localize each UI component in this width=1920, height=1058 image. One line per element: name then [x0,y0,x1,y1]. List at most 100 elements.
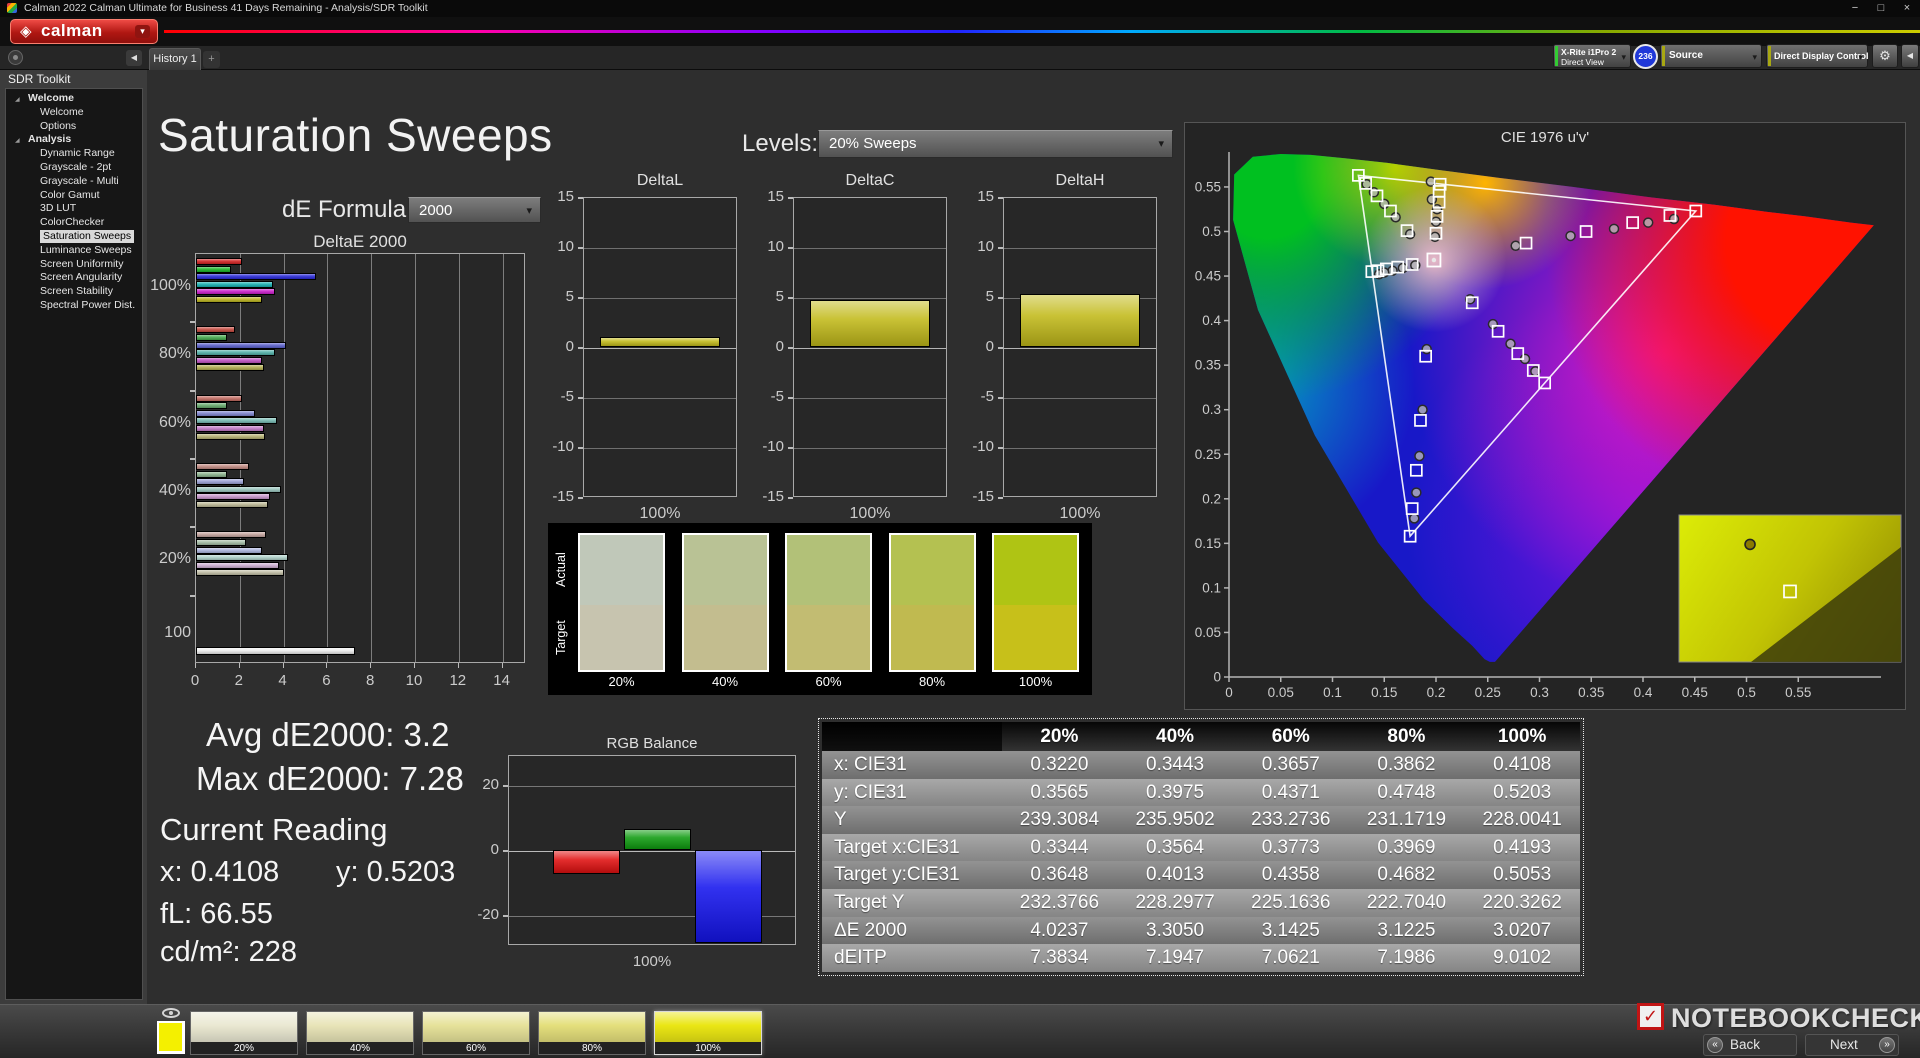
deltaE-bar-100%-cyan [196,281,273,288]
deltaC-plot-area [793,197,947,497]
rgb-balance-title: RGB Balance [508,735,796,752]
collapse-sidebar-button[interactable]: ◀ [126,50,142,66]
source-dropdown[interactable]: Source ▾ [1660,44,1762,68]
sidebar-item-label: Grayscale - 2pt [40,161,111,174]
patch-tile-40%[interactable]: 40% [306,1011,414,1055]
y-tick [578,497,583,499]
meter-dropdown[interactable]: X-Rite i1Pro 2 Direct View ▾ [1553,44,1631,68]
deltaE-bar-40%-magenta [196,493,270,500]
svg-text:0: 0 [1213,670,1221,685]
gridline [584,298,736,299]
sidebar-item-saturation-sweeps[interactable]: Saturation Sweeps [6,230,142,243]
deltaL-title: DeltaL [583,172,737,190]
display-control-dropdown[interactable]: Direct Display Control ▾ [1766,44,1868,68]
window-titlebar: Calman 2022 Calman Ultimate for Business… [0,0,1920,17]
gridline [794,398,946,399]
table-cell: 239.3084 [1002,806,1118,834]
y-tick [578,447,583,449]
patch-tile-100%[interactable]: 100% [654,1011,762,1055]
sidebar-item-grayscale-multi[interactable]: Grayscale - Multi [6,175,142,188]
formula-dropdown[interactable]: 2000 ▾ [408,197,541,223]
sidebar-item-dynamic-range[interactable]: Dynamic Range [6,147,142,160]
sidebar-item-color-gamut[interactable]: Color Gamut [6,189,142,202]
sidebar-group-label: Analysis [28,133,71,146]
calman-menu-button[interactable]: ◈ calman ▾ [10,19,158,44]
sidebar-item-grayscale-2pt[interactable]: Grayscale - 2pt [6,161,142,174]
collapse-panel-button[interactable]: ◀ [1901,44,1919,68]
patch-tile-20%[interactable]: 20% [190,1011,298,1055]
table-cell: 3.3050 [1117,917,1233,945]
sidebar-item-3d-lut[interactable]: 3D LUT [6,202,142,215]
group-label: 80% [150,345,191,363]
y-tick-label: 5 [525,288,574,305]
tab-history-1[interactable]: History 1 [149,48,201,70]
gridline [240,254,241,662]
deltaH-bar [1020,294,1140,347]
patch-tile-80%[interactable]: 80% [538,1011,646,1055]
sidebar-item-options[interactable]: Options [6,120,142,133]
y-tick [503,785,508,787]
sidebar-item-screen-stability[interactable]: Screen Stability [6,285,142,298]
y-tick-label: 5 [945,288,994,305]
sidebar-item-luminance-sweeps[interactable]: Luminance Sweeps [6,244,142,257]
rgb-bar-green [624,829,691,850]
patch-tile-label: 40% [307,1042,413,1056]
patch-tile-60%[interactable]: 60% [422,1011,530,1055]
deltaH-plot-area [1003,197,1157,497]
sidebar-item-spectral-power-dist-[interactable]: Spectral Power Dist. [6,299,142,312]
sidebar-item-label: Dynamic Range [40,147,115,160]
sidebar-item-colorchecker[interactable]: ColorChecker [6,216,142,229]
minimize-button[interactable]: − [1842,0,1868,17]
y-tick-label: -20 [460,906,499,923]
sidebar-item-label: Screen Angularity [40,271,122,284]
table-header-cell: 40% [1117,722,1233,751]
close-button[interactable]: × [1894,0,1920,17]
deltaL-plot-area [583,197,737,497]
sidebar-item-label: Welcome [40,106,84,119]
sidebar-item-screen-angularity[interactable]: Screen Angularity [6,271,142,284]
y-tick-label: 0 [525,338,574,355]
panel-toggle-button[interactable] [8,50,23,65]
table-cell: 0.5203 [1464,779,1580,807]
table-cell: 0.4358 [1233,861,1349,889]
gridline [327,254,328,662]
table-row-label: Target x:CIE31 [822,834,1002,862]
sidebar-item-welcome[interactable]: Welcome [6,106,142,119]
settings-gear-button[interactable]: ⚙ [1872,44,1898,68]
sidebar-item-analysis[interactable]: ◢Analysis [6,133,142,146]
window-title: Calman 2022 Calman Ultimate for Business… [24,0,428,17]
add-tab-button[interactable]: + [203,51,220,68]
table-cell: 7.1986 [1349,944,1465,972]
sidebar-item-welcome[interactable]: ◢Welcome [6,92,142,105]
display-control-label: Direct Display Control [1774,51,1869,61]
deltaE-bar-60%-magenta [196,425,264,432]
patch-tile-label: 100% [655,1042,761,1056]
eye-icon[interactable] [162,1008,180,1018]
y-tick [503,915,508,917]
table-cell: 228.0041 [1464,806,1580,834]
logo-bar: ◈ calman ▾ [0,17,1920,46]
y-tick-label: -15 [945,488,994,505]
gridline [794,248,946,249]
x-tick-label: 2 [224,672,254,689]
table-row-label: x: CIE31 [822,751,1002,779]
chevron-down-icon[interactable]: ▾ [135,25,150,38]
table-row: Target x:CIE310.33440.35640.37730.39690.… [822,834,1580,862]
table-cell: 220.3262 [1464,889,1580,917]
calman-diamond-icon: ◈ [20,22,32,40]
y-tick-label: 10 [735,238,784,255]
svg-text:0.5: 0.5 [1737,685,1756,700]
table-row: Y239.3084235.9502233.2736231.1719228.004… [822,806,1580,834]
next-button[interactable]: Next » [1805,1034,1899,1056]
maximize-button[interactable]: □ [1868,0,1894,17]
back-button[interactable]: « Back [1703,1034,1797,1056]
table-cell: 4.0237 [1002,917,1118,945]
sidebar-item-screen-uniformity[interactable]: Screen Uniformity [6,258,142,271]
current-patch-tile[interactable] [157,1021,185,1054]
group-label: 100 [150,624,191,642]
levels-dropdown[interactable]: 20% Sweeps ▾ [818,130,1173,158]
target-row-label: Target [554,605,570,671]
table-cell: 0.3564 [1117,834,1233,862]
y-tick [788,197,793,199]
calman-logo-text: calman [41,21,103,41]
